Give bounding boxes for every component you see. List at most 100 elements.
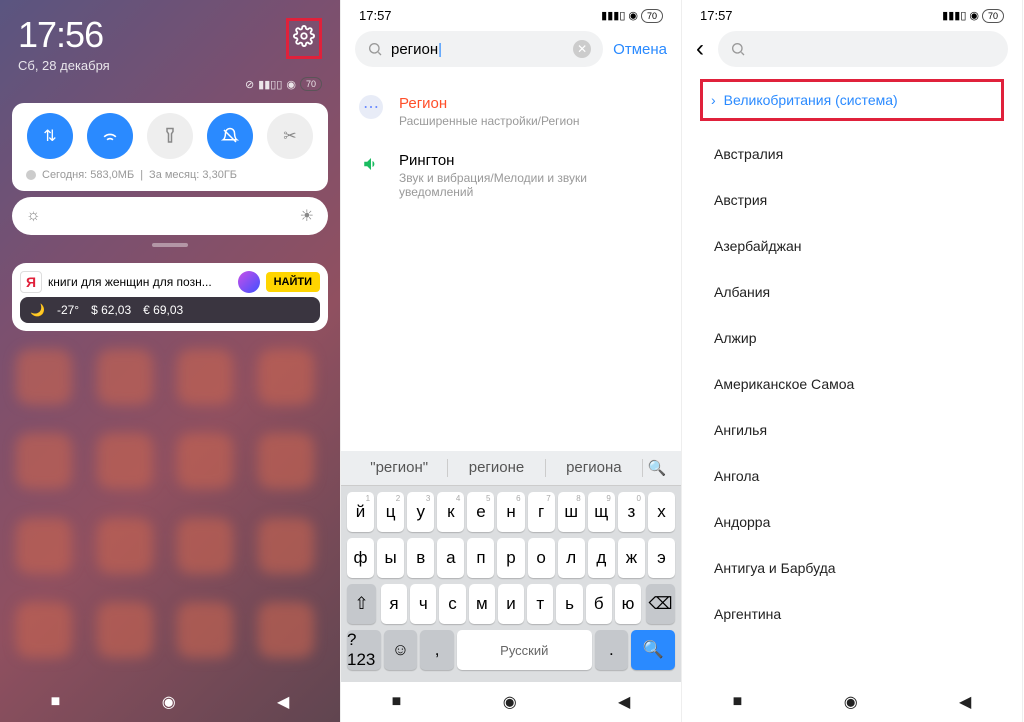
key-э[interactable]: э [648,538,675,578]
key-м[interactable]: м [469,584,495,624]
nav-back[interactable]: ◀ [618,692,630,712]
key-ь[interactable]: ь [556,584,582,624]
key-р[interactable]: р [497,538,524,578]
wifi-icon: ◉ [286,78,296,91]
eur-rate: € 69,03 [143,303,183,317]
gear-icon[interactable] [293,25,315,47]
nav-home[interactable]: ◉ [503,692,517,712]
nav-home[interactable]: ◉ [162,692,176,712]
key-т[interactable]: т [527,584,553,624]
nav-back[interactable]: ◀ [277,692,289,712]
key-в[interactable]: в [407,538,434,578]
brightness-slider[interactable]: ☼ ☀ [12,197,328,235]
suggestion[interactable]: региона [546,459,643,477]
search-key[interactable]: 🔍 [631,630,675,670]
region-item[interactable]: Австралия [700,131,1004,177]
more-icon: ⋯ [359,95,383,119]
yandex-widget[interactable]: Я книги для женщин для позн... НАЙТИ 🌙 -… [12,263,328,331]
nav-recent[interactable]: ■ [733,693,743,711]
nav-home[interactable]: ◉ [844,692,858,712]
key-й[interactable]: й1 [347,492,374,532]
nav-bar: ■ ◉ ◀ [0,682,340,722]
key-с[interactable]: с [439,584,465,624]
search-value: регион [391,41,565,58]
back-button[interactable]: ‹ [696,35,704,63]
key-к[interactable]: к4 [437,492,464,532]
date: Сб, 28 декабря [18,58,110,73]
key-н[interactable]: н6 [497,492,524,532]
key-б[interactable]: б [586,584,612,624]
key-о[interactable]: о [528,538,555,578]
key-г[interactable]: г7 [528,492,555,532]
clock: 17:56 [18,14,110,56]
key-ю[interactable]: ю [615,584,641,624]
region-item[interactable]: Аргентина [700,591,1004,637]
search-icon[interactable]: 🔍 [643,459,671,477]
shift-key[interactable]: ⇧ [347,584,376,624]
region-item[interactable]: Ангола [700,453,1004,499]
key-я[interactable]: я [381,584,407,624]
clear-icon[interactable]: ✕ [573,40,591,58]
key-ф[interactable]: ф [347,538,374,578]
backspace-key[interactable]: ⌫ [646,584,675,624]
nav-back[interactable]: ◀ [959,692,971,712]
key-ж[interactable]: ж [618,538,645,578]
wifi-toggle[interactable] [87,113,133,159]
region-item[interactable]: Антигуа и Барбуда [700,545,1004,591]
result-region[interactable]: ⋯ Регион Расширенные настройки/Регион [359,83,663,140]
home-apps-blurred [0,339,340,682]
key-д[interactable]: д [588,538,615,578]
key-е[interactable]: е5 [467,492,494,532]
key-х[interactable]: х [648,492,675,532]
key-ш[interactable]: ш8 [558,492,585,532]
region-item[interactable]: Ангилья [700,407,1004,453]
screenshot-toggle[interactable]: ✂ [267,113,313,159]
symbols-key[interactable]: ?123 [347,630,381,670]
yandex-weather-row[interactable]: 🌙 -27° $ 62,03 € 69,03 [20,297,320,323]
region-item[interactable]: Албания [700,269,1004,315]
data-toggle[interactable]: ⇅ [27,113,73,159]
suggestion[interactable]: "регион" [351,459,448,477]
region-item[interactable]: Алжир [700,315,1004,361]
suggestion[interactable]: регионе [448,459,545,477]
region-item[interactable]: Американское Самоа [700,361,1004,407]
key-и[interactable]: и [498,584,524,624]
quick-toggles-panel: ⇅ ✂ Сегодня: 583,0МБ|За месяц: 3,30ГБ [12,103,328,191]
signal-icon: ▮▮▮▯ [601,9,625,22]
nav-recent[interactable]: ■ [392,693,402,711]
clock: 17:57 [700,8,733,23]
key-у[interactable]: у3 [407,492,434,532]
alice-icon[interactable] [238,271,260,293]
comma-key[interactable]: , [420,630,454,670]
key-щ[interactable]: щ9 [588,492,615,532]
search-header: регион ✕ Отмена [341,25,681,73]
yandex-logo: Я [20,271,42,293]
emoji-key[interactable]: ☺ [384,630,418,670]
region-item[interactable]: Андорра [700,499,1004,545]
nav-recent[interactable]: ■ [51,693,61,711]
key-ы[interactable]: ы [377,538,404,578]
key-ц[interactable]: ц2 [377,492,404,532]
key-л[interactable]: л [558,538,585,578]
space-key[interactable]: Русский [457,630,592,670]
clock: 17:57 [359,8,392,23]
battery-badge: 70 [300,77,322,91]
search-input[interactable] [718,31,1008,67]
key-п[interactable]: п [467,538,494,578]
key-з[interactable]: з0 [618,492,645,532]
region-item[interactable]: Азербайджан [700,223,1004,269]
mute-toggle[interactable] [207,113,253,159]
region-item[interactable]: Австрия [700,177,1004,223]
flashlight-toggle[interactable] [147,113,193,159]
status-bar: 17:56 Сб, 28 декабря [0,0,340,77]
period-key[interactable]: . [595,630,629,670]
key-ч[interactable]: ч [410,584,436,624]
nav-bar: ■ ◉ ◀ [682,682,1022,722]
yandex-find-button[interactable]: НАЙТИ [266,272,320,292]
key-а[interactable]: а [437,538,464,578]
result-ringtone[interactable]: Рингтон Звук и вибрация/Мелодии и звуки … [359,140,663,211]
cancel-button[interactable]: Отмена [613,41,667,58]
panel-handle[interactable] [152,243,188,247]
current-region-highlight[interactable]: › Великобритания (система) [700,79,1004,121]
search-input[interactable]: регион ✕ [355,31,603,67]
